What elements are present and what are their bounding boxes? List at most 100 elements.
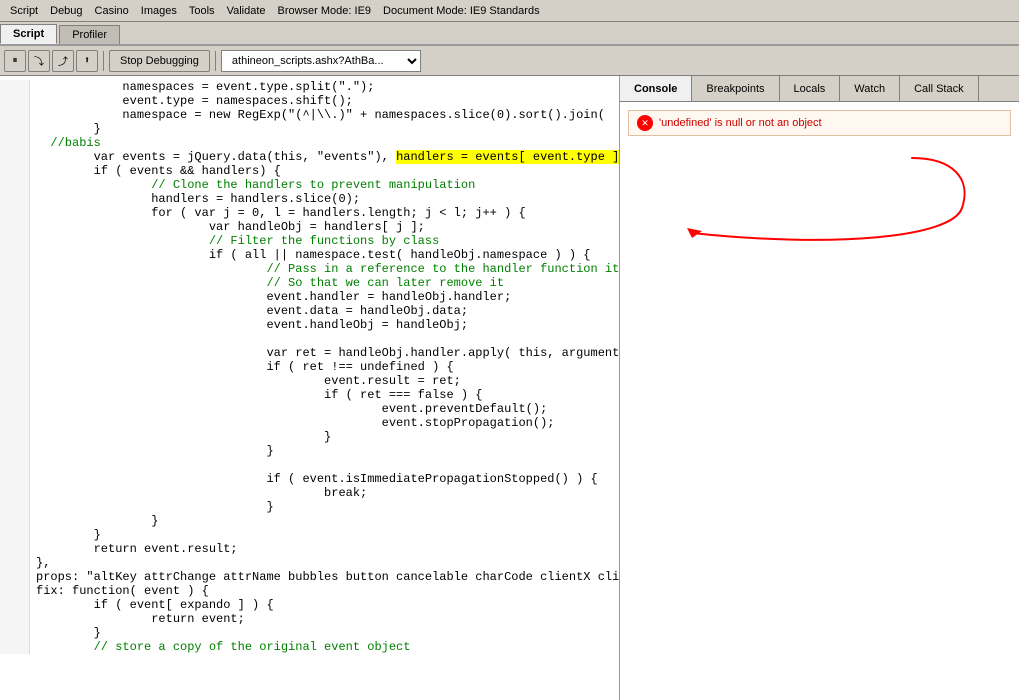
menu-tools[interactable]: Tools — [183, 3, 221, 19]
code-line: if ( event.isImmediatePropagationStopped… — [0, 472, 619, 486]
menu-bar: Script Debug Casino Images Tools Validat… — [0, 0, 1019, 22]
code-line: fix: function( event ) { — [0, 584, 619, 598]
line-number — [0, 164, 30, 178]
menu-validate[interactable]: Validate — [221, 3, 272, 19]
line-number — [0, 514, 30, 528]
line-number — [0, 528, 30, 542]
code-line: var handleObj = handlers[ j ]; — [0, 220, 619, 234]
line-code: event.data = handleObj.data; — [30, 304, 468, 318]
code-line: //babis — [0, 136, 619, 150]
main-area: namespaces = event.type.split("."); even… — [0, 76, 1019, 700]
separator1 — [103, 51, 104, 71]
code-editor[interactable]: namespaces = event.type.split("."); even… — [0, 76, 619, 700]
line-number — [0, 500, 30, 514]
line-code: if ( event[ expando ] ) { — [30, 598, 274, 612]
line-code: if ( all || namespace.test( handleObj.na… — [30, 248, 591, 262]
line-code: }, — [30, 556, 50, 570]
file-selector[interactable]: athineon_scripts.ashx?AthBa... — [221, 50, 421, 72]
tab-script[interactable]: Script — [0, 24, 57, 44]
tab-profiler[interactable]: Profiler — [59, 25, 120, 44]
code-line: } — [0, 500, 619, 514]
line-code: if ( event.isImmediatePropagationStopped… — [30, 472, 598, 486]
step-out-btn[interactable]: ⬆ — [76, 50, 98, 72]
menu-script[interactable]: Script — [4, 3, 44, 19]
code-line: event.result = ret; — [0, 374, 619, 388]
line-code: handlers = handlers.slice(0); — [30, 192, 360, 206]
line-code: var ret = handleObj.handler.apply( this,… — [30, 346, 619, 360]
line-number — [0, 248, 30, 262]
menu-debug[interactable]: Debug — [44, 3, 88, 19]
line-number — [0, 262, 30, 276]
tab-watch[interactable]: Watch — [840, 76, 900, 101]
line-code: props: "altKey attrChange attrName bubbl… — [30, 570, 619, 584]
code-line: if ( events && handlers) { — [0, 164, 619, 178]
line-number — [0, 318, 30, 332]
code-line — [0, 332, 619, 346]
line-code: if ( ret === false ) { — [30, 388, 482, 402]
line-number — [0, 430, 30, 444]
tab-callstack[interactable]: Call Stack — [900, 76, 979, 101]
line-number — [0, 122, 30, 136]
menu-images[interactable]: Images — [135, 3, 183, 19]
code-line: if ( all || namespace.test( handleObj.na… — [0, 248, 619, 262]
separator2 — [215, 51, 216, 71]
stop-debugging-button[interactable]: Stop Debugging — [109, 50, 210, 72]
line-number — [0, 80, 30, 94]
code-line: break; — [0, 486, 619, 500]
menu-document-mode[interactable]: Document Mode: IE9 Standards — [377, 3, 546, 19]
line-code: namespaces = event.type.split("."); — [30, 80, 374, 94]
code-line: namespace = new RegExp("(^|\\.)" + names… — [0, 108, 619, 122]
line-code: // Filter the functions by class — [30, 234, 439, 248]
menu-casino[interactable]: Casino — [89, 3, 135, 19]
right-panel: Console Breakpoints Locals Watch Call St… — [620, 76, 1019, 700]
line-code: } — [30, 500, 274, 514]
step-over-btn[interactable]: ⤵ — [28, 50, 50, 72]
line-number — [0, 374, 30, 388]
code-line: } — [0, 122, 619, 136]
line-number — [0, 626, 30, 640]
code-line: // So that we can later remove it — [0, 276, 619, 290]
line-number — [0, 304, 30, 318]
line-number — [0, 458, 30, 472]
right-tab-bar: Console Breakpoints Locals Watch Call St… — [620, 76, 1019, 102]
line-number — [0, 290, 30, 304]
code-line: if ( ret === false ) { — [0, 388, 619, 402]
main-tab-bar: Script Profiler — [0, 22, 1019, 46]
line-number — [0, 598, 30, 612]
line-code: } — [30, 430, 331, 444]
code-line: event.stopPropagation(); — [0, 416, 619, 430]
arrow-container — [624, 140, 1015, 280]
pause-btn[interactable]: ⏸ — [4, 50, 26, 72]
line-number — [0, 388, 30, 402]
menu-browser-mode[interactable]: Browser Mode: IE9 — [272, 3, 378, 19]
code-line: event.handleObj = handleObj; — [0, 318, 619, 332]
tab-console[interactable]: Console — [620, 76, 692, 101]
line-number — [0, 178, 30, 192]
tab-locals[interactable]: Locals — [780, 76, 841, 101]
code-line: } — [0, 430, 619, 444]
line-number — [0, 346, 30, 360]
line-code: var handleObj = handlers[ j ]; — [30, 220, 425, 234]
line-code: } — [30, 528, 101, 542]
line-number — [0, 150, 30, 164]
line-code: } — [30, 444, 274, 458]
step-into-btn[interactable]: ⤴ — [52, 50, 74, 72]
arrow-svg — [632, 148, 982, 268]
console-content: ✕ 'undefined' is null or not an object — [620, 102, 1019, 700]
code-line: // Filter the functions by class — [0, 234, 619, 248]
line-code: event.stopPropagation(); — [30, 416, 554, 430]
code-line: // store a copy of the original event ob… — [0, 640, 619, 654]
error-bar: ✕ 'undefined' is null or not an object — [628, 110, 1011, 136]
line-number — [0, 612, 30, 626]
line-code: event.handler = handleObj.handler; — [30, 290, 511, 304]
line-number — [0, 486, 30, 500]
line-number — [0, 570, 30, 584]
code-line: event.data = handleObj.data; — [0, 304, 619, 318]
tab-breakpoints[interactable]: Breakpoints — [692, 76, 779, 101]
code-line: // Clone the handlers to prevent manipul… — [0, 178, 619, 192]
code-line: if ( ret !== undefined ) { — [0, 360, 619, 374]
code-line: // Pass in a reference to the handler fu… — [0, 262, 619, 276]
line-number — [0, 332, 30, 346]
code-line: }, — [0, 556, 619, 570]
line-code: break; — [30, 486, 367, 500]
